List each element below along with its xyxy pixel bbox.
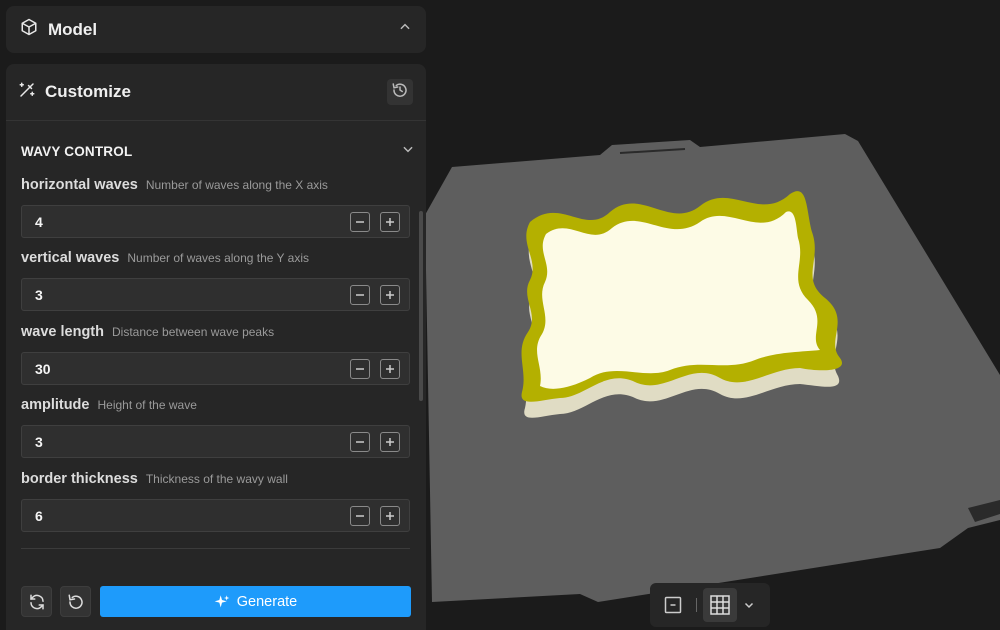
increment-button[interactable] [380, 211, 400, 232]
param-horizontal-waves: horizontal waves Number of waves along th… [21, 177, 410, 238]
decrement-button[interactable] [350, 505, 370, 526]
history-icon [391, 81, 409, 104]
grid-toggle-button[interactable] [703, 588, 737, 622]
app-root: Model Customize WAVY CONTROL horizontal … [0, 0, 1000, 630]
param-wave-length: wave length Distance between wave peaks 3… [21, 324, 410, 385]
horizontal-waves-input[interactable]: 4 [21, 205, 410, 238]
param-border-thickness: border thickness Thickness of the wavy wa… [21, 471, 410, 532]
param-desc: Number of waves along the X axis [145, 178, 328, 192]
increment-button[interactable] [380, 358, 400, 379]
plus-icon [386, 511, 394, 520]
section-header-wavy-control[interactable]: WAVY CONTROL [21, 142, 413, 161]
chevron-down-icon[interactable] [743, 599, 755, 611]
customize-footer: Generate [21, 586, 411, 617]
generate-button[interactable]: Generate [100, 586, 411, 617]
decrement-button[interactable] [350, 284, 370, 305]
param-desc: Number of waves along the Y axis [127, 251, 310, 265]
param-name: wave length [21, 324, 104, 340]
section-divider [21, 548, 410, 549]
increment-button[interactable] [380, 284, 400, 305]
sparkle-icon [214, 594, 230, 607]
customize-title: Customize [45, 82, 131, 101]
scrollbar-thumb[interactable] [419, 211, 423, 401]
history-button[interactable] [387, 79, 413, 105]
param-value[interactable]: 3 [35, 287, 43, 303]
chevron-down-icon[interactable] [401, 142, 415, 161]
refresh-button[interactable] [21, 586, 52, 617]
param-desc: Thickness of the wavy wall [145, 472, 288, 486]
minus-icon [356, 367, 364, 370]
square-view-icon [664, 596, 682, 614]
cube-icon [20, 18, 38, 41]
param-name: border thickness [21, 471, 138, 487]
param-name: amplitude [21, 397, 90, 413]
plus-icon [386, 364, 394, 373]
minus-icon [356, 514, 364, 517]
param-value[interactable]: 3 [35, 434, 43, 450]
refresh-icon [29, 594, 44, 609]
param-desc: Height of the wave [97, 398, 197, 412]
section-label: WAVY CONTROL [21, 144, 133, 159]
grid-icon [710, 595, 730, 615]
param-desc: Distance between wave peaks [112, 325, 275, 339]
increment-button[interactable] [380, 431, 400, 452]
customize-header: Customize [6, 64, 426, 121]
param-value[interactable]: 4 [35, 214, 43, 230]
param-vertical-waves: vertical waves Number of waves along the … [21, 250, 410, 311]
model-panel[interactable]: Model [6, 6, 426, 53]
param-value[interactable]: 30 [35, 361, 51, 377]
magic-wand-icon [18, 81, 36, 104]
param-value[interactable]: 6 [35, 508, 43, 524]
decrement-button[interactable] [350, 431, 370, 452]
increment-button[interactable] [380, 505, 400, 526]
plus-icon [386, 437, 394, 446]
param-amplitude: amplitude Height of the wave 3 [21, 397, 410, 458]
minus-icon [356, 220, 364, 223]
view-toolbar [650, 583, 770, 627]
decrement-button[interactable] [350, 358, 370, 379]
wave-length-input[interactable]: 30 [21, 352, 410, 385]
param-name: vertical waves [21, 250, 120, 266]
minus-icon [356, 293, 364, 296]
minus-icon [356, 440, 364, 443]
plus-icon [386, 290, 394, 299]
border-thickness-input[interactable]: 6 [21, 499, 410, 532]
chevron-up-icon[interactable] [398, 20, 412, 39]
model-panel-title: Model [48, 19, 98, 39]
decrement-button[interactable] [350, 211, 370, 232]
vertical-waves-input[interactable]: 3 [21, 278, 410, 311]
plus-icon [386, 217, 394, 226]
single-view-button[interactable] [656, 588, 690, 622]
customize-panel: Customize WAVY CONTROL horizontal waves N… [6, 64, 426, 630]
generate-label: Generate [236, 593, 298, 610]
param-name: horizontal waves [21, 177, 138, 193]
undo-icon [68, 594, 83, 609]
undo-button[interactable] [60, 586, 91, 617]
toolbar-separator [696, 598, 697, 612]
amplitude-input[interactable]: 3 [21, 425, 410, 458]
